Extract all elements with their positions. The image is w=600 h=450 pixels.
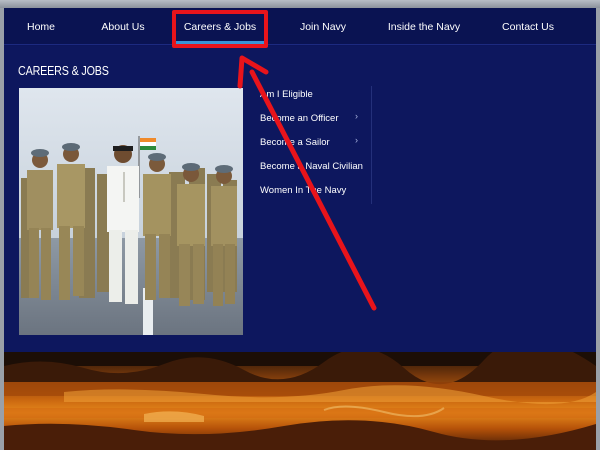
sailors-marching-photo [19,88,243,335]
nav-join-navy[interactable]: Join Navy [296,8,350,45]
submenu-become-a-naval-civilian[interactable]: Become a Naval Civilian [260,158,372,174]
sunset-ocean-banner [4,352,596,450]
nav-inside-the-navy[interactable]: Inside the Navy [386,8,462,45]
submenu-label: Become a Naval Civilian [260,160,363,172]
submenu-label: Women In The Navy [260,184,347,196]
browser-top-strip [0,0,600,8]
submenu-am-i-eligible[interactable]: Am I Eligible [260,86,372,102]
chevron-right-icon: › [355,135,358,145]
careers-submenu: Am I Eligible Become an Officer › Become… [260,86,372,204]
menu-section-title: CAREERS & JOBS [18,64,109,78]
nav-home[interactable]: Home [18,8,64,45]
nav-careers-jobs[interactable]: Careers & Jobs [180,8,260,45]
banner-illustration [4,352,596,450]
chevron-right-icon: › [355,111,358,121]
submenu-label: Become an Officer [260,112,339,124]
submenu-label: Become a Sailor [260,136,330,148]
submenu-women-in-the-navy[interactable]: Women In The Navy [260,182,372,198]
page-frame: Home About Us Careers & Jobs Join Navy I… [4,8,596,450]
active-tab-indicator [176,41,264,44]
submenu-label: Am I Eligible [260,88,313,100]
nav-about-us[interactable]: About Us [96,8,150,45]
submenu-become-a-sailor[interactable]: Become a Sailor › [260,134,372,150]
sailors-photo-illustration [19,88,243,335]
nav-contact-us[interactable]: Contact Us [500,8,556,45]
submenu-become-an-officer[interactable]: Become an Officer › [260,110,372,126]
main-navigation: Home About Us Careers & Jobs Join Navy I… [4,8,596,45]
